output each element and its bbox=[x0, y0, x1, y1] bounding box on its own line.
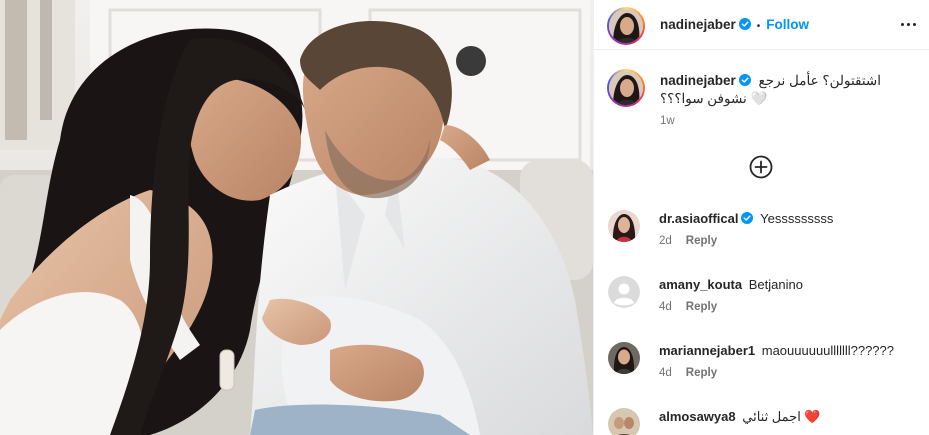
comment-text: اجمل ثنائي ❤️ bbox=[742, 409, 821, 424]
post-photo[interactable] bbox=[0, 0, 593, 435]
comment-item: mariannejaber1 maouuuuuulllllll?????? 4d… bbox=[608, 342, 918, 392]
caption-username[interactable]: nadinejaber bbox=[660, 73, 736, 88]
caption-avatar-image bbox=[609, 71, 643, 105]
commenter-avatar-image bbox=[608, 210, 640, 242]
default-avatar-icon[interactable] bbox=[608, 276, 640, 308]
author-avatar-image bbox=[609, 9, 643, 43]
comment-text: Betjanino bbox=[748, 277, 803, 292]
follow-button[interactable]: Follow bbox=[766, 17, 809, 32]
comment-username[interactable]: almosawya8 bbox=[659, 409, 736, 424]
default-avatar-image bbox=[608, 276, 640, 308]
comment-item: almosawya8 اجمل ثنائي ❤️ bbox=[608, 408, 918, 435]
comment-item: dr.asiaoffical Yesssssssss 2d Reply bbox=[608, 210, 918, 260]
commenter-avatar-image bbox=[608, 342, 640, 374]
plus-circle-icon[interactable] bbox=[749, 155, 773, 179]
caption-author-avatar[interactable] bbox=[607, 69, 645, 107]
post-header: nadinejaber • Follow bbox=[594, 0, 929, 50]
post-caption: nadinejaber اشتقتولن؟ عأمل نرجع نشوفن سو… bbox=[594, 50, 929, 140]
more-options-icon[interactable] bbox=[896, 14, 920, 34]
comment-timestamp: 4d bbox=[659, 367, 672, 379]
commenter-avatar[interactable] bbox=[608, 408, 640, 435]
comment-item: amany_kouta Betjanino 4d Reply bbox=[608, 276, 918, 326]
commenter-avatar-image bbox=[608, 408, 640, 435]
comment-text: Yesssssssss bbox=[760, 211, 834, 226]
caption-text-line1: اشتقتولن؟ عأمل نرجع bbox=[758, 73, 881, 88]
comment-timestamp: 2d bbox=[659, 235, 672, 247]
comment-username[interactable]: mariannejaber1 bbox=[659, 343, 755, 358]
verified-badge-icon bbox=[738, 74, 751, 86]
author-username[interactable]: nadinejaber bbox=[660, 17, 736, 32]
couple-photo-illustration bbox=[0, 0, 593, 435]
reply-button[interactable]: Reply bbox=[686, 235, 717, 247]
author-avatar[interactable] bbox=[607, 7, 645, 45]
post-details-panel: nadinejaber • Follow nadinejaber اشتقتولن؟… bbox=[593, 0, 929, 435]
comment-username[interactable]: dr.asiaoffical bbox=[659, 211, 738, 226]
caption-timestamp: 1w bbox=[660, 115, 675, 127]
separator-dot: • bbox=[756, 21, 761, 32]
verified-badge-icon bbox=[741, 212, 754, 224]
commenter-avatar[interactable] bbox=[608, 210, 640, 242]
comment-timestamp: 4d bbox=[659, 301, 672, 313]
commenter-avatar[interactable] bbox=[608, 342, 640, 374]
reply-button[interactable]: Reply bbox=[686, 367, 717, 379]
caption-text-line2: نشوفن سوا؟؟؟ 🤍 bbox=[660, 91, 768, 106]
comment-text: maouuuuuulllllll?????? bbox=[761, 343, 895, 358]
verified-badge-icon bbox=[738, 18, 751, 30]
comment-username[interactable]: amany_kouta bbox=[659, 277, 742, 292]
reply-button[interactable]: Reply bbox=[686, 301, 717, 313]
